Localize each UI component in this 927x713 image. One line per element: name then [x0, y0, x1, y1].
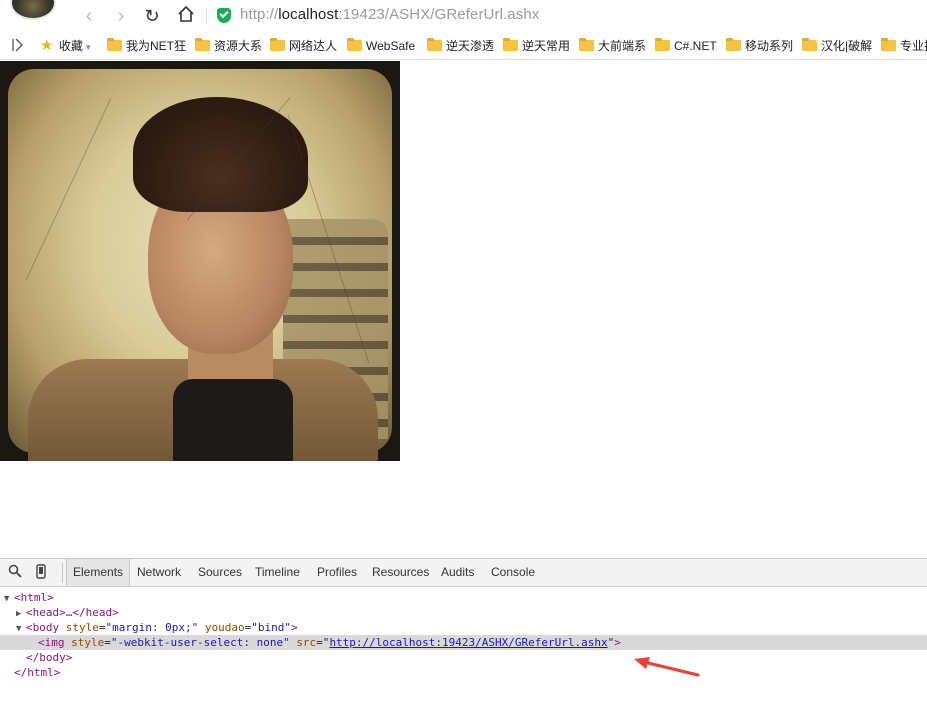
annotation-arrow-icon: [634, 657, 700, 677]
folder-icon: [802, 38, 817, 51]
dom-node-img-selected[interactable]: <img style="-webkit-user-select: none" s…: [0, 635, 927, 650]
bookmark-label: 大前端系: [598, 39, 647, 53]
folder-icon: [881, 38, 896, 51]
hair: [133, 97, 308, 212]
tag-text: </html>: [14, 666, 61, 679]
divider: [206, 8, 207, 24]
shirt: [173, 379, 293, 461]
url-host: localhost: [278, 6, 339, 23]
bookmarks-bar: ★ 收藏 ▾ 我为NET狂 资源大系 网络达人 WebSafe 逆天渗透 逆天常用…: [0, 32, 927, 60]
folder-icon: [503, 38, 518, 51]
bookmark-folder[interactable]: 汉化|破解: [802, 37, 872, 55]
back-arrow-icon[interactable]: ‹: [78, 5, 100, 27]
toolbar-divider: [62, 563, 63, 583]
bookmark-folder[interactable]: 逆天渗透: [427, 37, 494, 55]
bookmark-folder[interactable]: 逆天常用: [503, 37, 570, 55]
bookmark-label: 专业挂: [900, 39, 927, 53]
tag-text: <head>…</head>: [26, 606, 119, 619]
bookmark-folder[interactable]: 资源大系: [195, 37, 262, 55]
devtools-toolbar: Elements Network Sources Timeline Profil…: [0, 559, 927, 587]
bookmark-label: 网络达人: [289, 39, 338, 53]
bookmark-folder[interactable]: 大前端系: [579, 37, 646, 55]
attr-value: "margin: 0px;": [105, 621, 199, 634]
tag-text: <html>: [14, 591, 54, 604]
attr-name: style: [71, 636, 105, 649]
bookmark-label: 移动系列: [745, 39, 794, 53]
attr-name: youdao: [204, 621, 245, 634]
folder-icon: [427, 38, 442, 51]
tab-network[interactable]: Network: [131, 559, 187, 586]
home-icon[interactable]: [175, 5, 197, 27]
search-icon[interactable]: [6, 564, 24, 582]
address-bar: ‹ › ↻ http://localhost:19423/ASHX/GRefer…: [0, 0, 927, 32]
tab-timeline[interactable]: Timeline: [249, 559, 306, 586]
attr-value: "-webkit-user-select: none": [110, 636, 290, 649]
expanded-triangle-icon[interactable]: ▼: [4, 592, 14, 607]
tab-console[interactable]: Console: [485, 559, 541, 586]
bookmark-folder[interactable]: 专业挂: [881, 37, 927, 55]
attr-name: src: [296, 636, 317, 649]
forward-arrow-icon[interactable]: ›: [110, 5, 132, 27]
dom-node-body-close: </body>: [26, 650, 72, 665]
url-field[interactable]: http://localhost:19423/ASHX/GReferUrl.as…: [240, 6, 539, 23]
folder-icon: [107, 38, 122, 51]
tag-text: <img: [38, 636, 65, 649]
attr-value: "bind": [251, 621, 291, 634]
rendered-image[interactable]: [0, 61, 400, 461]
folder-icon: [726, 38, 741, 51]
tab-resources[interactable]: Resources: [366, 559, 435, 586]
dom-node-head[interactable]: ▶ <head>…</head>: [16, 605, 119, 620]
tab-sources[interactable]: Sources: [192, 559, 248, 586]
bookmark-favorites[interactable]: ★ 收藏 ▾: [40, 37, 91, 55]
user-avatar[interactable]: [10, 0, 56, 20]
dom-node-body[interactable]: ▼ <body style="margin: 0px;" youdao="bind…: [16, 620, 298, 635]
chevron-down-icon: ▾: [86, 42, 91, 52]
bookmark-label: WebSafe: [366, 39, 416, 53]
bookmark-label: 逆天常用: [522, 39, 571, 53]
device-mode-icon[interactable]: [32, 564, 50, 582]
reload-icon[interactable]: ↻: [141, 5, 163, 27]
folder-icon: [579, 38, 594, 51]
folder-icon: [195, 38, 210, 51]
tab-profiles[interactable]: Profiles: [311, 559, 363, 586]
tag-text: <body: [26, 621, 60, 634]
bookmark-folder[interactable]: WebSafe: [347, 37, 415, 55]
bookmark-folder[interactable]: C#.NET: [655, 37, 717, 55]
folder-icon: [347, 38, 362, 51]
bookmark-folder[interactable]: 移动系列: [726, 37, 793, 55]
bookmark-label: 收藏: [59, 39, 84, 53]
bookmark-label: 我为NET狂: [126, 39, 187, 53]
bookmark-label: C#.NET: [674, 39, 717, 53]
bookmark-folder[interactable]: 我为NET狂: [107, 37, 186, 55]
attr-name: style: [65, 621, 99, 634]
bookmark-folder[interactable]: 网络达人: [270, 37, 337, 55]
img-src-link[interactable]: http://localhost:19423/ASHX/GReferUrl.as…: [329, 636, 607, 649]
secure-shield-icon: [217, 8, 231, 23]
bookmark-label: 汉化|破解: [821, 39, 873, 53]
bookmark-label: 逆天渗透: [446, 39, 495, 53]
url-path: :19423/ASHX/GReferUrl.ashx: [338, 6, 540, 23]
photo-backdrop: [8, 69, 392, 461]
tab-elements[interactable]: Elements: [66, 559, 131, 586]
dom-node-html-close: </html>: [14, 665, 60, 680]
devtools-panel: Elements Network Sources Timeline Profil…: [0, 558, 927, 713]
tab-audits[interactable]: Audits: [435, 559, 480, 586]
folder-icon: [655, 38, 670, 51]
tag-text: </body>: [26, 651, 73, 664]
dom-node-html[interactable]: ▼ <html>: [4, 590, 54, 605]
star-icon: ★: [40, 37, 54, 54]
bookmark-label: 资源大系: [214, 39, 263, 53]
folder-icon: [270, 38, 285, 51]
url-scheme: http://: [240, 6, 279, 23]
grunge-scratch: [25, 98, 112, 280]
sidebar-toggle-icon[interactable]: [12, 38, 26, 52]
